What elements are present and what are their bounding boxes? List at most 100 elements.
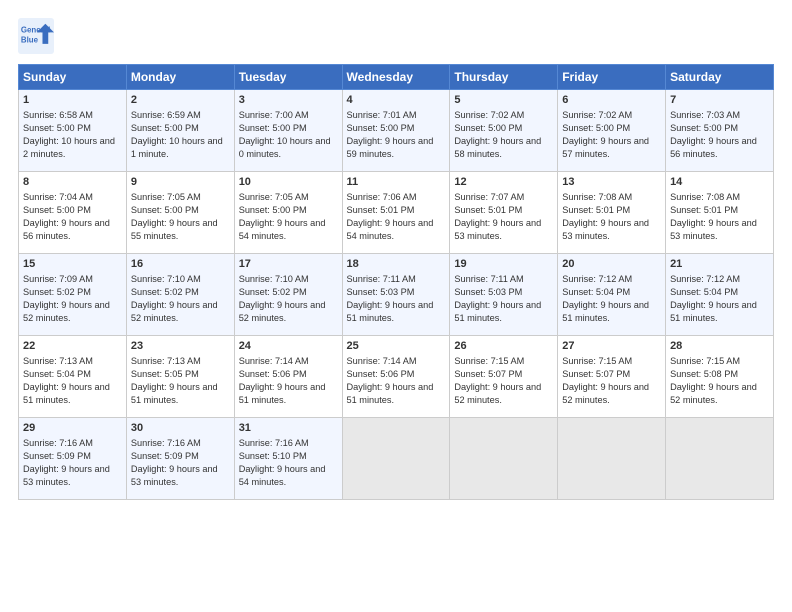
calendar-cell: 24Sunrise: 7:14 AMSunset: 5:06 PMDayligh…	[234, 336, 342, 418]
calendar-cell: 9Sunrise: 7:05 AMSunset: 5:00 PMDaylight…	[126, 172, 234, 254]
day-number: 12	[454, 175, 553, 190]
calendar-cell: 5Sunrise: 7:02 AMSunset: 5:00 PMDaylight…	[450, 90, 558, 172]
day-number: 10	[239, 175, 338, 190]
sunset: Sunset: 5:01 PM	[670, 205, 738, 215]
sunrise: Sunrise: 6:58 AM	[23, 110, 93, 120]
day-number: 14	[670, 175, 769, 190]
sunset: Sunset: 5:07 PM	[454, 369, 522, 379]
sunset: Sunset: 5:10 PM	[239, 451, 307, 461]
day-number: 7	[670, 93, 769, 108]
daylight: Daylight: 9 hours and 53 minutes.	[670, 218, 757, 241]
header-cell-friday: Friday	[558, 65, 666, 90]
daylight: Daylight: 9 hours and 51 minutes.	[454, 300, 541, 323]
daylight: Daylight: 9 hours and 53 minutes.	[23, 464, 110, 487]
calendar-week-2: 15Sunrise: 7:09 AMSunset: 5:02 PMDayligh…	[19, 254, 774, 336]
daylight: Daylight: 9 hours and 52 minutes.	[23, 300, 110, 323]
calendar-cell: 13Sunrise: 7:08 AMSunset: 5:01 PMDayligh…	[558, 172, 666, 254]
calendar-cell: 16Sunrise: 7:10 AMSunset: 5:02 PMDayligh…	[126, 254, 234, 336]
sunset: Sunset: 5:00 PM	[131, 205, 199, 215]
sunrise: Sunrise: 7:03 AM	[670, 110, 740, 120]
sunset: Sunset: 5:00 PM	[670, 123, 738, 133]
daylight: Daylight: 9 hours and 52 minutes.	[131, 300, 218, 323]
calendar-cell	[666, 418, 774, 500]
sunrise: Sunrise: 7:16 AM	[23, 438, 93, 448]
daylight: Daylight: 9 hours and 54 minutes.	[239, 464, 326, 487]
calendar-cell: 26Sunrise: 7:15 AMSunset: 5:07 PMDayligh…	[450, 336, 558, 418]
calendar-cell: 7Sunrise: 7:03 AMSunset: 5:00 PMDaylight…	[666, 90, 774, 172]
header-cell-sunday: Sunday	[19, 65, 127, 90]
sunrise: Sunrise: 7:11 AM	[347, 274, 416, 284]
calendar-cell: 10Sunrise: 7:05 AMSunset: 5:00 PMDayligh…	[234, 172, 342, 254]
calendar-header: SundayMondayTuesdayWednesdayThursdayFrid…	[19, 65, 774, 90]
sunset: Sunset: 5:09 PM	[23, 451, 91, 461]
sunset: Sunset: 5:00 PM	[23, 123, 91, 133]
logo-icon: General Blue	[18, 18, 54, 54]
sunrise: Sunrise: 7:13 AM	[131, 356, 201, 366]
daylight: Daylight: 9 hours and 51 minutes.	[670, 300, 757, 323]
calendar-cell: 14Sunrise: 7:08 AMSunset: 5:01 PMDayligh…	[666, 172, 774, 254]
daylight: Daylight: 9 hours and 51 minutes.	[239, 382, 326, 405]
calendar-cell	[558, 418, 666, 500]
calendar-cell: 1 Sunrise: 6:58 AM Sunset: 5:00 PM Daylight…	[19, 90, 127, 172]
sunset: Sunset: 5:08 PM	[670, 369, 738, 379]
sunrise: Sunrise: 7:07 AM	[454, 192, 524, 202]
daylight: Daylight: 9 hours and 52 minutes.	[239, 300, 326, 323]
daylight: Daylight: 9 hours and 51 minutes.	[23, 382, 110, 405]
calendar-cell: 22Sunrise: 7:13 AMSunset: 5:04 PMDayligh…	[19, 336, 127, 418]
day-number: 17	[239, 257, 338, 272]
day-number: 6	[562, 93, 661, 108]
sunset: Sunset: 5:07 PM	[562, 369, 630, 379]
calendar-cell: 18Sunrise: 7:11 AMSunset: 5:03 PMDayligh…	[342, 254, 450, 336]
sunset: Sunset: 5:00 PM	[23, 205, 91, 215]
sunrise: Sunrise: 7:11 AM	[454, 274, 523, 284]
sunrise: Sunrise: 7:15 AM	[454, 356, 524, 366]
daylight: Daylight: 10 hours and 1 minute.	[131, 136, 223, 159]
day-number: 4	[347, 93, 446, 108]
svg-text:Blue: Blue	[21, 35, 39, 44]
day-number: 21	[670, 257, 769, 272]
calendar-cell: 25Sunrise: 7:14 AMSunset: 5:06 PMDayligh…	[342, 336, 450, 418]
calendar-cell: 19Sunrise: 7:11 AMSunset: 5:03 PMDayligh…	[450, 254, 558, 336]
sunset: Sunset: 5:00 PM	[239, 123, 307, 133]
day-number: 26	[454, 339, 553, 354]
sunrise: Sunrise: 7:15 AM	[562, 356, 632, 366]
daylight: Daylight: 10 hours and 2 minutes.	[23, 136, 115, 159]
header-cell-tuesday: Tuesday	[234, 65, 342, 90]
calendar-week-3: 22Sunrise: 7:13 AMSunset: 5:04 PMDayligh…	[19, 336, 774, 418]
sunrise: Sunrise: 7:16 AM	[239, 438, 309, 448]
daylight: Daylight: 9 hours and 52 minutes.	[562, 382, 649, 405]
calendar-cell: 15Sunrise: 7:09 AMSunset: 5:02 PMDayligh…	[19, 254, 127, 336]
calendar-body: 1 Sunrise: 6:58 AM Sunset: 5:00 PM Daylight…	[19, 90, 774, 500]
sunset: Sunset: 5:02 PM	[131, 287, 199, 297]
day-number: 1	[23, 93, 122, 108]
daylight: Daylight: 9 hours and 57 minutes.	[562, 136, 649, 159]
sunrise: Sunrise: 6:59 AM	[131, 110, 201, 120]
sunrise: Sunrise: 7:15 AM	[670, 356, 740, 366]
sunset: Sunset: 5:00 PM	[454, 123, 522, 133]
day-number: 3	[239, 93, 338, 108]
daylight: Daylight: 9 hours and 58 minutes.	[454, 136, 541, 159]
sunrise: Sunrise: 7:14 AM	[239, 356, 309, 366]
sunrise: Sunrise: 7:02 AM	[562, 110, 632, 120]
day-number: 25	[347, 339, 446, 354]
sunset: Sunset: 5:01 PM	[347, 205, 415, 215]
calendar-cell: 29 Sunrise: 7:16 AM Sunset: 5:09 PM Dayligh…	[19, 418, 127, 500]
day-number: 29	[23, 421, 122, 436]
sunset: Sunset: 5:00 PM	[562, 123, 630, 133]
day-number: 31	[239, 421, 338, 436]
day-number: 20	[562, 257, 661, 272]
calendar-cell: 17Sunrise: 7:10 AMSunset: 5:02 PMDayligh…	[234, 254, 342, 336]
calendar-cell: 30Sunrise: 7:16 AMSunset: 5:09 PMDayligh…	[126, 418, 234, 500]
calendar-cell: 4Sunrise: 7:01 AMSunset: 5:00 PMDaylight…	[342, 90, 450, 172]
sunset: Sunset: 5:04 PM	[670, 287, 738, 297]
sunrise: Sunrise: 7:02 AM	[454, 110, 524, 120]
sunrise: Sunrise: 7:04 AM	[23, 192, 93, 202]
day-number: 13	[562, 175, 661, 190]
calendar-cell: 27 Sunrise: 7:15 AM Sunset: 5:07 PM Dayligh…	[558, 336, 666, 418]
sunrise: Sunrise: 7:12 AM	[670, 274, 740, 284]
header-cell-wednesday: Wednesday	[342, 65, 450, 90]
day-number: 27	[562, 339, 661, 354]
calendar-week-1: 8Sunrise: 7:04 AMSunset: 5:00 PMDaylight…	[19, 172, 774, 254]
day-number: 28	[670, 339, 769, 354]
sunrise: Sunrise: 7:01 AM	[347, 110, 417, 120]
